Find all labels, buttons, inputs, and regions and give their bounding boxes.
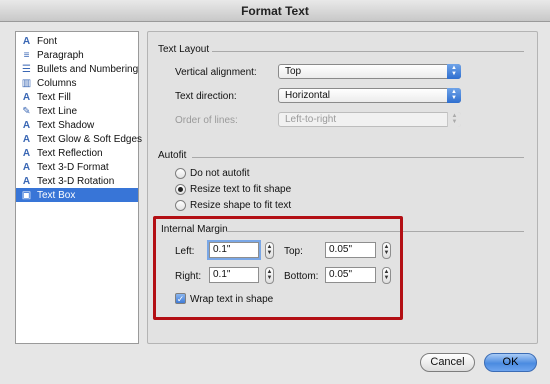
format-text-dialog: Format Text A Font ≡ Paragraph ☰ Bullets an…: [0, 0, 550, 384]
text-glow-icon: A: [22, 133, 31, 145]
text-direction-select[interactable]: Horizontal ▲ ▼: [278, 88, 461, 103]
sidebar-item-text-fill[interactable]: A Text Fill: [16, 90, 138, 104]
text-direction-value: Horizontal: [285, 90, 331, 101]
category-list: A Font ≡ Paragraph ☰ Bullets and Numbering …: [15, 31, 142, 344]
ok-button[interactable]: OK: [484, 353, 537, 372]
cancel-button[interactable]: Cancel: [420, 353, 475, 372]
sidebar-item-text-line[interactable]: ✎ Text Line: [16, 104, 138, 118]
window-title: Format Text: [0, 0, 550, 22]
sidebar-item-label: Text 3-D Rotation: [37, 175, 115, 187]
autofit-heading: Autofit: [158, 150, 187, 161]
sidebar-item-text-glow[interactable]: A Text Glow & Soft Edges: [16, 132, 142, 146]
text-box-icon: ▣: [21, 189, 32, 201]
text-reflection-icon: A: [22, 147, 31, 159]
up-down-arrows-icon: ▲ ▼: [447, 88, 461, 103]
sidebar-item-label: Text Reflection: [37, 147, 103, 159]
vertical-alignment-value: Top: [285, 66, 302, 77]
order-of-lines-label: Order of lines:: [175, 115, 238, 126]
font-icon: A: [22, 35, 31, 47]
text-direction-label: Text direction:: [175, 91, 237, 102]
paragraph-icon: ≡: [23, 49, 30, 61]
sidebar-item-font[interactable]: A Font: [16, 34, 138, 48]
sidebar-item-paragraph[interactable]: ≡ Paragraph: [16, 48, 138, 62]
sidebar-item-label: Text Box: [37, 189, 76, 201]
text-3d-format-icon: A: [22, 161, 31, 173]
sidebar-item-label: Text 3-D Format: [37, 161, 109, 173]
do-not-autofit-radio[interactable]: [175, 168, 186, 179]
sidebar-item-label: Text Line: [37, 105, 78, 117]
sidebar-item-label: Columns: [37, 77, 77, 89]
resize-text-label: Resize text to fit shape: [190, 184, 292, 195]
sidebar-item-label: Text Glow & Soft Edges: [37, 133, 143, 145]
order-of-lines-select: Left-to-right ▲ ▼: [278, 112, 461, 127]
do-not-autofit-label: Do not autofit: [190, 168, 250, 179]
divider: [192, 157, 524, 158]
up-down-arrows-icon: ▲ ▼: [447, 64, 461, 79]
sidebar-item-label: Paragraph: [37, 49, 84, 61]
sidebar-item-text-shadow[interactable]: A Text Shadow: [16, 118, 138, 132]
sidebar-item-label: Text Fill: [37, 91, 71, 103]
order-of-lines-value: Left-to-right: [285, 114, 337, 125]
columns-icon: ▥: [21, 77, 32, 89]
vertical-alignment-select[interactable]: Top ▲ ▼: [278, 64, 461, 79]
text-layout-heading: Text Layout: [158, 44, 210, 55]
internal-margin-highlight: [153, 216, 403, 320]
bullets-icon: ☰: [22, 63, 31, 75]
sidebar-item-label: Bullets and Numbering: [37, 63, 139, 75]
resize-text-radio[interactable]: [175, 184, 186, 195]
resize-shape-radio[interactable]: [175, 200, 186, 211]
sidebar-item-text-3d-format[interactable]: A Text 3-D Format: [16, 160, 138, 174]
sidebar-item-label: Text Shadow: [37, 119, 95, 131]
resize-shape-label: Resize shape to fit text: [190, 200, 292, 211]
text-fill-icon: A: [22, 91, 31, 103]
sidebar-item-text-3d-rotation[interactable]: A Text 3-D Rotation: [16, 174, 138, 188]
sidebar-item-label: Font: [37, 35, 58, 47]
sidebar-item-text-box[interactable]: ▣ Text Box: [16, 188, 138, 202]
up-down-arrows-icon: ▲ ▼: [447, 112, 461, 127]
text-line-icon: ✎: [22, 105, 31, 117]
sidebar-item-bullets[interactable]: ☰ Bullets and Numbering: [16, 62, 138, 76]
divider: [212, 51, 524, 52]
sidebar-item-text-reflection[interactable]: A Text Reflection: [16, 146, 138, 160]
sidebar-item-columns[interactable]: ▥ Columns: [16, 76, 138, 90]
text-shadow-icon: A: [22, 119, 31, 131]
vertical-alignment-label: Vertical alignment:: [175, 67, 257, 78]
text-3d-rotation-icon: A: [22, 175, 31, 187]
